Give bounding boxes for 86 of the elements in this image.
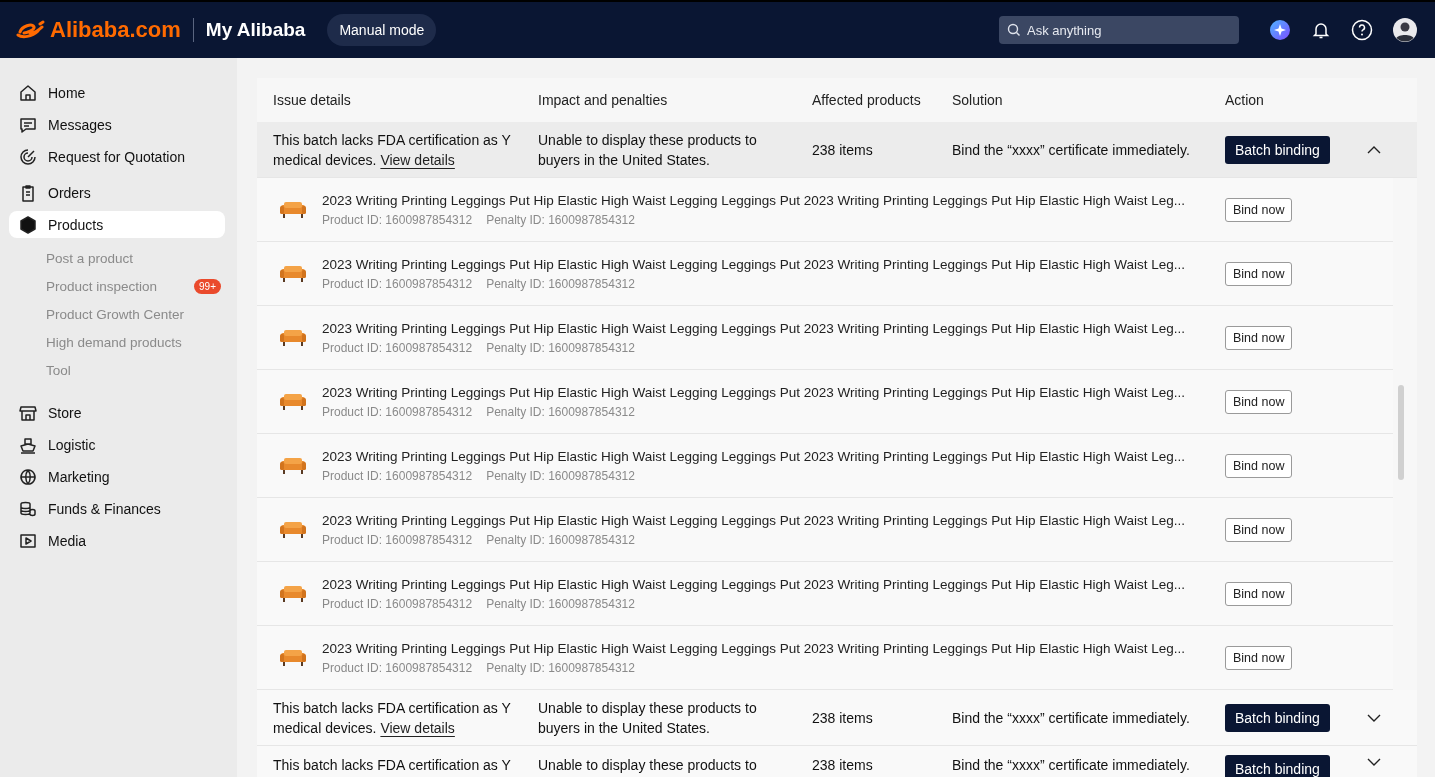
impact-text: Unable to display these products to buyers in the United States. [538,698,758,738]
product-id: Product ID: 1600987854312 [322,212,473,227]
solution-text: Bind the “xxxx” certificate immediately. [952,756,1191,775]
product-title: 2023 Writing Printing Leggings Put Hip Elastic High Waist Legging Leggings Put 2023 Writing Printing Leggings Put Hip Elastic High Waist Leg... [322,640,1186,656]
search-icon [1007,23,1021,37]
box-icon [18,214,38,235]
issue-text: This batch lacks FDA certification as Y medical devices. View details [273,130,512,170]
penalty-id: Penalty ID: 1600987854312 [486,596,635,611]
nav-item[interactable]: Orders [9,179,225,206]
product-id: Product ID: 1600987854312 [322,532,473,547]
column-header: Affected products [812,92,922,108]
help-icon[interactable] [1351,19,1373,41]
nav-item[interactable]: Home [9,79,225,106]
globe-icon [18,466,38,487]
nav-item[interactable]: Funds & Finances [9,495,225,522]
nav-subitem-label: High demand products [46,334,182,350]
nav-item[interactable]: Products [9,211,225,238]
logo-text[interactable]: Alibaba.com [50,17,181,43]
nav-subitem[interactable]: Product inspection 99+ [46,272,225,300]
mode-button[interactable]: Manual mode [327,14,437,46]
nav-item[interactable]: Logistic [9,431,225,458]
bell-icon[interactable] [1311,20,1331,40]
nav-subitem-label: Post a product [46,250,134,266]
solution-text: Bind the “xxxx” certificate immediately. [952,140,1191,160]
nav-subitem-label: Product inspection [46,278,158,294]
penalty-id: Penalty ID: 1600987854312 [486,532,635,547]
scrollbar-thumb[interactable] [1398,385,1404,480]
penalty-id: Penalty ID: 1600987854312 [486,404,635,419]
product-title: 2023 Writing Printing Leggings Put Hip Elastic High Waist Legging Leggings Put 2023 Writing Printing Leggings Put Hip Elastic High Waist Leg... [322,576,1186,592]
column-header: Action [1225,92,1265,108]
affected-count: 238 items [812,756,874,775]
product-id: Product ID: 1600987854312 [322,660,473,675]
bind-now-button[interactable]: Bind now [1225,453,1293,478]
bind-now-button[interactable]: Bind now [1225,517,1293,542]
product-title: 2023 Writing Printing Leggings Put Hip Elastic High Waist Legging Leggings Put 2023 Writing Printing Leggings Put Hip Elastic High Waist Leg... [322,256,1186,272]
bind-now-button[interactable]: Bind now [1225,261,1293,286]
bind-now-button[interactable]: Bind now [1225,389,1293,414]
product-id: Product ID: 1600987854312 [322,404,473,419]
column-header: Impact and penalties [538,92,669,108]
view-details-link[interactable]: View details [380,151,455,168]
penalty-id: Penalty ID: 1600987854312 [486,276,635,291]
page-title: My Alibaba [205,19,306,41]
nav-item[interactable]: Request for Quotation [9,143,225,170]
search-field[interactable]: Ask anything [999,16,1239,44]
batch-binding-button[interactable]: Batch binding [1225,755,1330,777]
affected-count: 238 items [812,140,874,160]
product-title: 2023 Writing Printing Leggings Put Hip Elastic High Waist Legging Leggings Put 2023 Writing Printing Leggings Put Hip Elastic High Waist Leg... [322,320,1186,336]
bind-now-button[interactable]: Bind now [1225,197,1293,222]
home-icon [18,82,38,103]
view-details-link[interactable]: View details [380,719,455,736]
nav-item[interactable]: Messages [9,111,225,138]
penalty-id: Penalty ID: 1600987854312 [486,468,635,483]
sparkle-icon[interactable] [1269,19,1291,41]
product-id: Product ID: 1600987854312 [322,276,473,291]
product-id: Product ID: 1600987854312 [322,468,473,483]
product-title: 2023 Writing Printing Leggings Put Hip Elastic High Waist Legging Leggings Put 2023 Writing Printing Leggings Put Hip Elastic High Waist Leg... [322,384,1186,400]
bind-now-button[interactable]: Bind now [1225,581,1293,606]
penalty-id: Penalty ID: 1600987854312 [486,340,635,355]
impact-text: Unable to display these products to buyers in the United States. [538,130,758,170]
product-title: 2023 Writing Printing Leggings Put Hip Elastic High Waist Legging Leggings Put 2023 Writing Printing Leggings Put Hip Elastic High Waist Leg... [322,512,1186,528]
logo-icon [16,20,46,40]
product-id: Product ID: 1600987854312 [322,596,473,611]
impact-text: Unable to display these products to [538,756,758,775]
product-title: 2023 Writing Printing Leggings Put Hip Elastic High Waist Legging Leggings Put 2023 Writing Printing Leggings Put Hip Elastic High Waist Leg... [322,448,1186,464]
batch-binding-button[interactable]: Batch binding [1225,135,1330,164]
product-title: 2023 Writing Printing Leggings Put Hip Elastic High Waist Legging Leggings Put 2023 Writing Printing Leggings Put Hip Elastic High Waist Leg... [322,192,1186,208]
count-badge: 99+ [194,278,221,294]
nav-item[interactable]: Marketing [9,463,225,490]
nav-subitem-label: Tool [46,362,71,378]
column-header: Issue details [273,92,352,108]
avatar-icon[interactable] [1393,18,1417,42]
bind-now-button[interactable]: Bind now [1225,325,1293,350]
product-id: Product ID: 1600987854312 [322,340,473,355]
nav-subitem-label: Product Growth Center [46,306,185,322]
issue-text: This batch lacks FDA certification as Y [273,756,512,775]
nav-item[interactable]: Media [9,527,225,554]
solution-text: Bind the “xxxx” certificate immediately. [952,708,1191,728]
affected-count: 238 items [812,708,874,728]
penalty-id: Penalty ID: 1600987854312 [486,660,635,675]
issue-text: This batch lacks FDA certification as Y medical devices. View details [273,698,512,738]
target-icon [18,146,38,167]
bind-now-button[interactable]: Bind now [1225,645,1293,670]
penalty-id: Penalty ID: 1600987854312 [486,212,635,227]
nav-item[interactable]: Store [9,399,225,426]
batch-binding-button[interactable]: Batch binding [1225,703,1330,732]
column-header: Solution [952,92,1004,108]
